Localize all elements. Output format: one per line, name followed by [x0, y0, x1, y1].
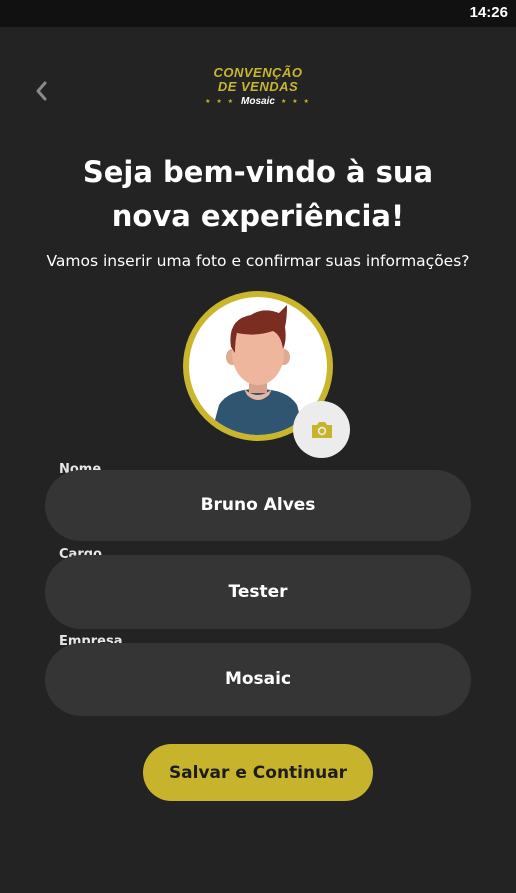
- logo-stars-right: ★ ★ ★: [280, 98, 311, 105]
- company-field[interactable]: Mosaic: [45, 643, 471, 716]
- title-line-1: Seja bem-vindo à sua: [82, 155, 434, 189]
- company-value: Mosaic: [224, 669, 292, 689]
- logo-subline: ★ ★ ★ Mosaic ★ ★ ★: [196, 96, 320, 107]
- chevron-left-icon: [36, 81, 47, 101]
- role-field[interactable]: Tester: [45, 555, 471, 629]
- title-line-2: nova experiência!: [111, 199, 405, 233]
- role-value: Tester: [228, 582, 288, 602]
- logo-stars-left: ★ ★ ★: [205, 98, 236, 105]
- logo-brand: Mosaic: [241, 96, 275, 107]
- back-button[interactable]: [26, 76, 56, 106]
- save-continue-button[interactable]: Salvar e Continuar: [143, 744, 373, 801]
- event-logo: CONVENÇÃO DE VENDAS ★ ★ ★ Mosaic ★ ★ ★: [196, 66, 320, 118]
- logo-line-2: DE VENDAS: [217, 79, 299, 94]
- status-time: 14:26: [469, 4, 508, 21]
- name-field[interactable]: Bruno Alves: [45, 470, 471, 541]
- logo-line-1: CONVENÇÃO: [213, 65, 303, 80]
- status-bar: 14:26: [0, 0, 516, 27]
- camera-icon: [311, 421, 332, 438]
- page-subtitle: Vamos inserir uma foto e confirmar suas …: [46, 252, 470, 270]
- page-title: Seja bem-vindo à sua nova experiência!: [0, 150, 516, 238]
- change-photo-button[interactable]: [293, 401, 350, 458]
- name-value: Bruno Alves: [200, 495, 316, 515]
